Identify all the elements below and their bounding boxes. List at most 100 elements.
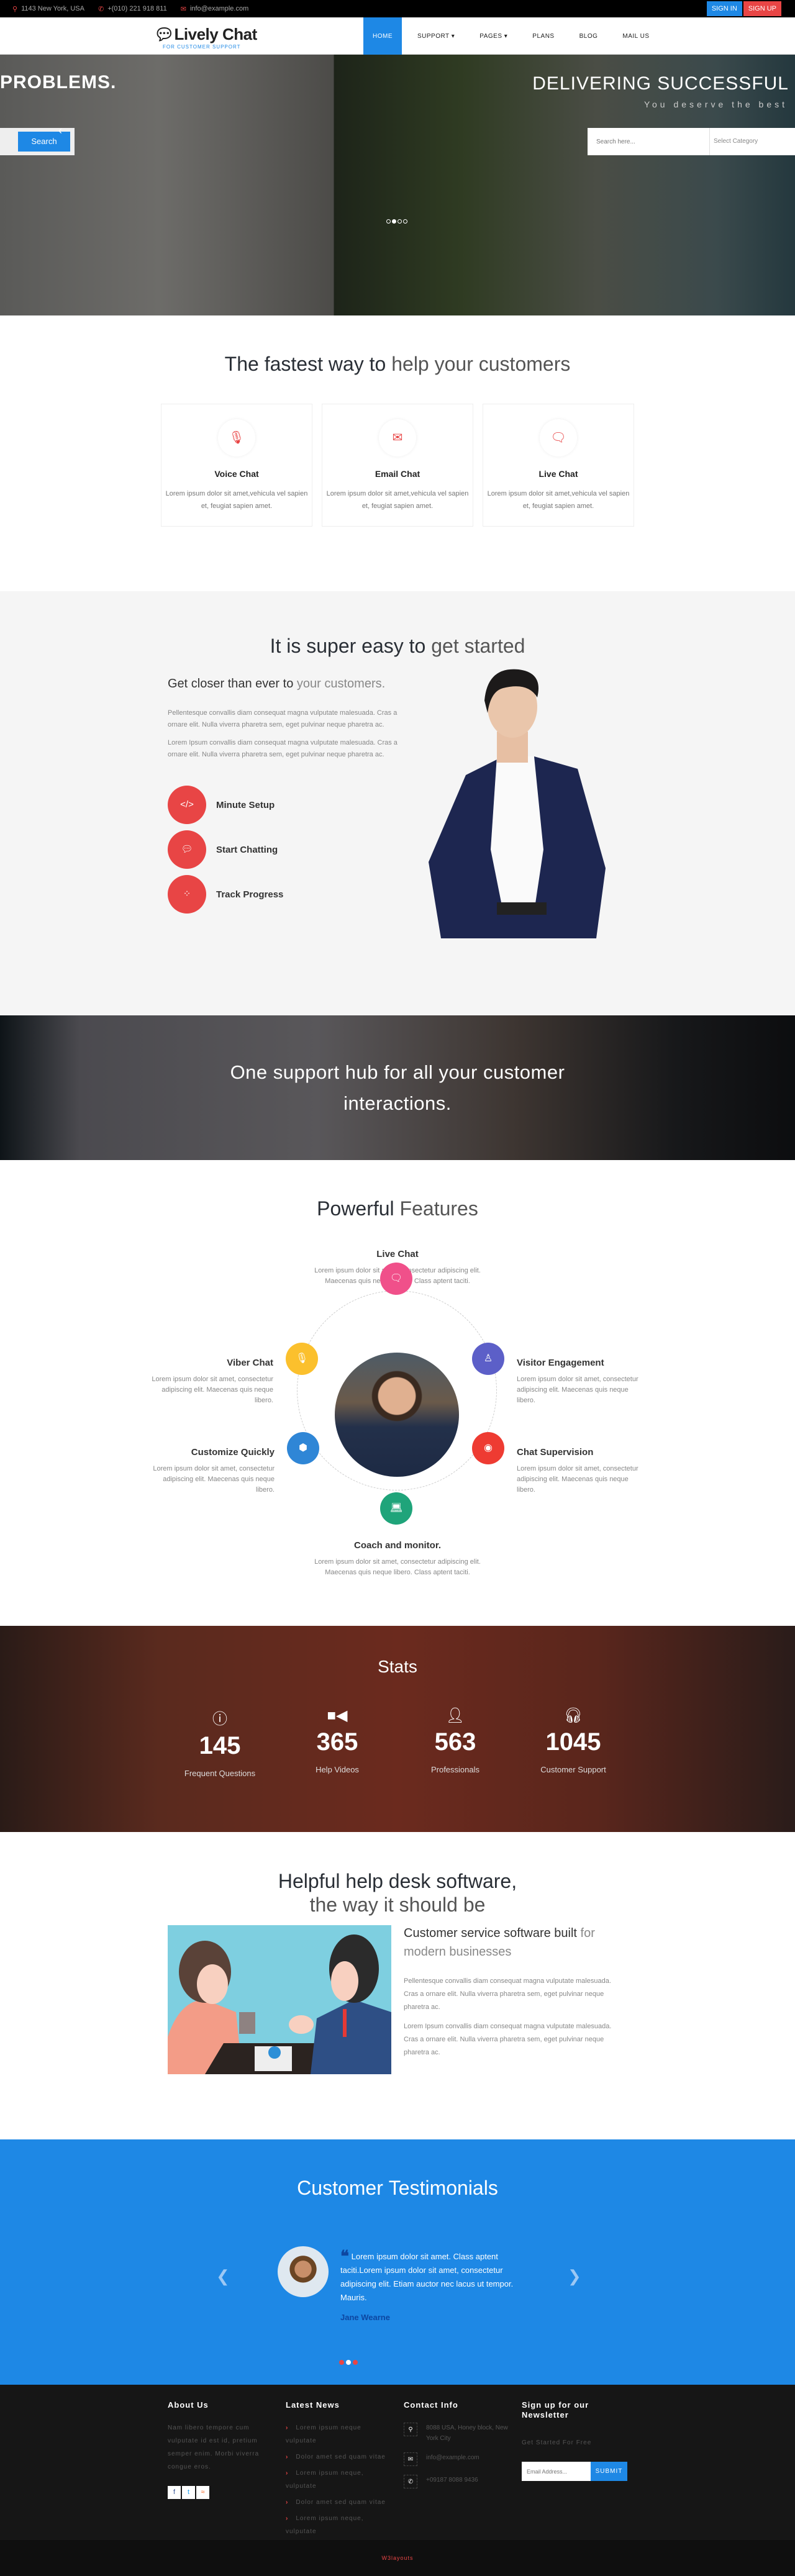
card-text: Lorem ipsum dolor sit amet,vehicula vel …: [165, 490, 308, 510]
submit-button[interactable]: SUBMIT: [591, 2462, 627, 2481]
nav-mail-us[interactable]: MAIL US: [613, 17, 658, 55]
feature-customize-quickly: Customize Quickly Lorem ipsum dolor sit a…: [149, 1447, 275, 1495]
title-light: Testimonials: [388, 2177, 498, 2199]
navbar: 💬︎Lively Chat FOR CUSTOMER SUPPORT HOME S…: [0, 17, 795, 55]
subtitle-light: your customers.: [296, 677, 386, 691]
testimonials-section: Customer Testimonials ❮ ❝ Lorem ipsum do…: [0, 2139, 795, 2385]
news-link[interactable]: › Lorem ipsum neque, vulputate: [286, 2512, 391, 2538]
nav-blog[interactable]: BLOG: [570, 17, 607, 55]
paragraph: Pellentesque convallis diam consequat ma…: [404, 1977, 611, 2011]
news-link[interactable]: › Lorem ipsum neque, vulputate: [286, 2467, 391, 2493]
get-started-section: It is super easy to get started Get clos…: [0, 591, 795, 1015]
category-select[interactable]: Select Category: [709, 128, 795, 155]
search-input[interactable]: [588, 138, 709, 145]
slide-dot[interactable]: [398, 219, 402, 224]
feature-title: Coach and monitor.: [353, 1540, 441, 1551]
footer-newsletter: Sign up for our Newsletter Get Started Fo…: [522, 2400, 627, 2481]
nav-plans[interactable]: PLANS: [523, 17, 563, 55]
footer-heading: Sign up for our Newsletter: [522, 2400, 589, 2420]
slide-dot[interactable]: [386, 219, 391, 224]
user-icon: 👤︎: [445, 1707, 465, 1724]
question-icon: ⓘ: [212, 1711, 227, 1728]
newsletter-text: Get Started For Free: [522, 2439, 592, 2446]
copyright[interactable]: W3layouts: [0, 2540, 795, 2576]
contact-email[interactable]: info@example.com: [426, 2452, 479, 2463]
prev-testimonial-icon[interactable]: ❮: [216, 2267, 230, 2286]
facebook-icon[interactable]: f: [168, 2486, 181, 2499]
feature-title: Visitor Engagement: [517, 1358, 604, 1368]
service-card: 🎙︎ Voice Chat Lorem ipsum dolor sit amet,v…: [161, 404, 312, 527]
stat-help-videos: ■◀ 365 Help Videos: [275, 1707, 399, 1774]
slider-dots: [386, 219, 407, 224]
feature-chat-supervision: Chat Supervision Lorem ipsum dolor sit am…: [517, 1447, 647, 1495]
feature-title: Customize Quickly: [191, 1447, 275, 1458]
step-minute-setup: </> Minute Setup: [168, 786, 404, 824]
feature-text: Lorem ipsum dolor sit amet, consectetur …: [517, 1376, 638, 1404]
contact-address: 8088 USA, Honey block, New York City: [426, 2424, 508, 2442]
testimonial-dot[interactable]: [339, 2360, 344, 2365]
stat-value: 365: [316, 1728, 358, 1756]
email-link[interactable]: info@example.com: [190, 5, 248, 12]
testimonial-dot[interactable]: [353, 2360, 358, 2365]
stat-professionals: 👤︎ 563 Professionals: [393, 1707, 517, 1774]
nav-support[interactable]: SUPPORT ▾: [408, 17, 464, 55]
section-title: It is super easy to get started: [0, 635, 795, 658]
testimonial-avatar: [278, 2246, 329, 2297]
paragraph: Pellentesque convallis diam consequat ma…: [168, 709, 398, 728]
stat-label: Help Videos: [316, 1765, 359, 1774]
search-button[interactable]: Search: [18, 132, 70, 152]
title-bold: Customer: [297, 2177, 383, 2199]
section-title: Stats: [378, 1657, 417, 1676]
news-link[interactable]: › Dolor amet sed quam vitae: [286, 2496, 391, 2509]
envelope-icon: ✉: [379, 419, 416, 456]
speech-bubble-icon: 🗨︎: [540, 419, 577, 456]
testimonial-dot[interactable]: [346, 2360, 351, 2365]
title-light: Features: [399, 1197, 478, 1220]
rss-icon[interactable]: ≈: [196, 2486, 209, 2499]
twitter-icon[interactable]: t: [182, 2486, 195, 2499]
feature-portrait: [335, 1353, 459, 1477]
title-light: get started: [431, 635, 525, 657]
eye-icon: ◉: [472, 1432, 504, 1464]
chat-bubble-icon: 💬︎: [154, 25, 175, 43]
title-bold: It is super easy to: [270, 635, 426, 657]
title-bold: Powerful: [317, 1197, 394, 1220]
testimonial-author: Jane Wearne: [340, 2313, 390, 2322]
footer-heading: Contact Info: [404, 2400, 458, 2410]
chat-icon: 💬︎: [168, 830, 206, 869]
news-link[interactable]: › Dolor amet sed quam vitae: [286, 2451, 391, 2464]
microphone-icon: 🎙︎: [218, 419, 255, 456]
footer-contact: Contact Info ⚲ 8088 USA, Honey block, New…: [404, 2400, 509, 2488]
top-bar: ⚲ 1143 New York, USA ✆ +(010) 221 918 811 …: [0, 0, 795, 17]
feature-viber-chat: Viber Chat Lorem ipsum dolor sit amet, co…: [149, 1358, 273, 1406]
newsletter-email-input[interactable]: [522, 2462, 591, 2481]
meeting-illustration: [168, 1925, 391, 2074]
mail-icon: ✉: [404, 2452, 417, 2466]
slide-dot[interactable]: [392, 219, 396, 224]
sign-up-button[interactable]: SIGN UP: [743, 1, 781, 16]
next-testimonial-icon[interactable]: ❯: [568, 2267, 581, 2286]
nav-home[interactable]: HOME: [363, 17, 402, 55]
feature-title: Viber Chat: [227, 1358, 273, 1368]
subtitle: Get closer than ever to your customers.: [168, 675, 404, 692]
section-title: The fastest way to help your customers: [0, 353, 795, 376]
testimonial-quote: Lorem ipsum dolor sit amet. Class aptent…: [340, 2252, 514, 2302]
sign-in-button[interactable]: SIGN IN: [706, 1, 742, 16]
next-slide-icon[interactable]: ›: [733, 124, 737, 137]
feature-text: Lorem ipsum dolor sit amet, consectetur …: [152, 1376, 273, 1404]
footer-heading: About Us: [168, 2400, 209, 2410]
code-icon: </>: [168, 786, 206, 824]
title-light: the way it should be: [309, 1893, 486, 1916]
logo[interactable]: 💬︎Lively Chat FOR CUSTOMER SUPPORT: [154, 25, 257, 50]
nav-pages[interactable]: PAGES ▾: [470, 17, 517, 55]
location-icon: ⚲: [404, 2423, 417, 2436]
section-title: Customer Testimonials: [0, 2139, 795, 2200]
stat-label: Professionals: [430, 1765, 480, 1774]
service-card: ✉ Email Chat Lorem ipsum dolor sit amet,ve…: [322, 404, 473, 527]
paragraph: Lorem Ipsum convallis diam consequat mag…: [404, 2023, 612, 2056]
slide-dot[interactable]: [403, 219, 407, 224]
footer: About Us Nam libero tempore cum vulputate…: [0, 2385, 795, 2540]
prev-slide-icon[interactable]: ‹: [58, 124, 62, 137]
card-title: Live Chat: [538, 469, 578, 479]
news-link[interactable]: › Lorem ipsum neque vulputate: [286, 2421, 391, 2447]
